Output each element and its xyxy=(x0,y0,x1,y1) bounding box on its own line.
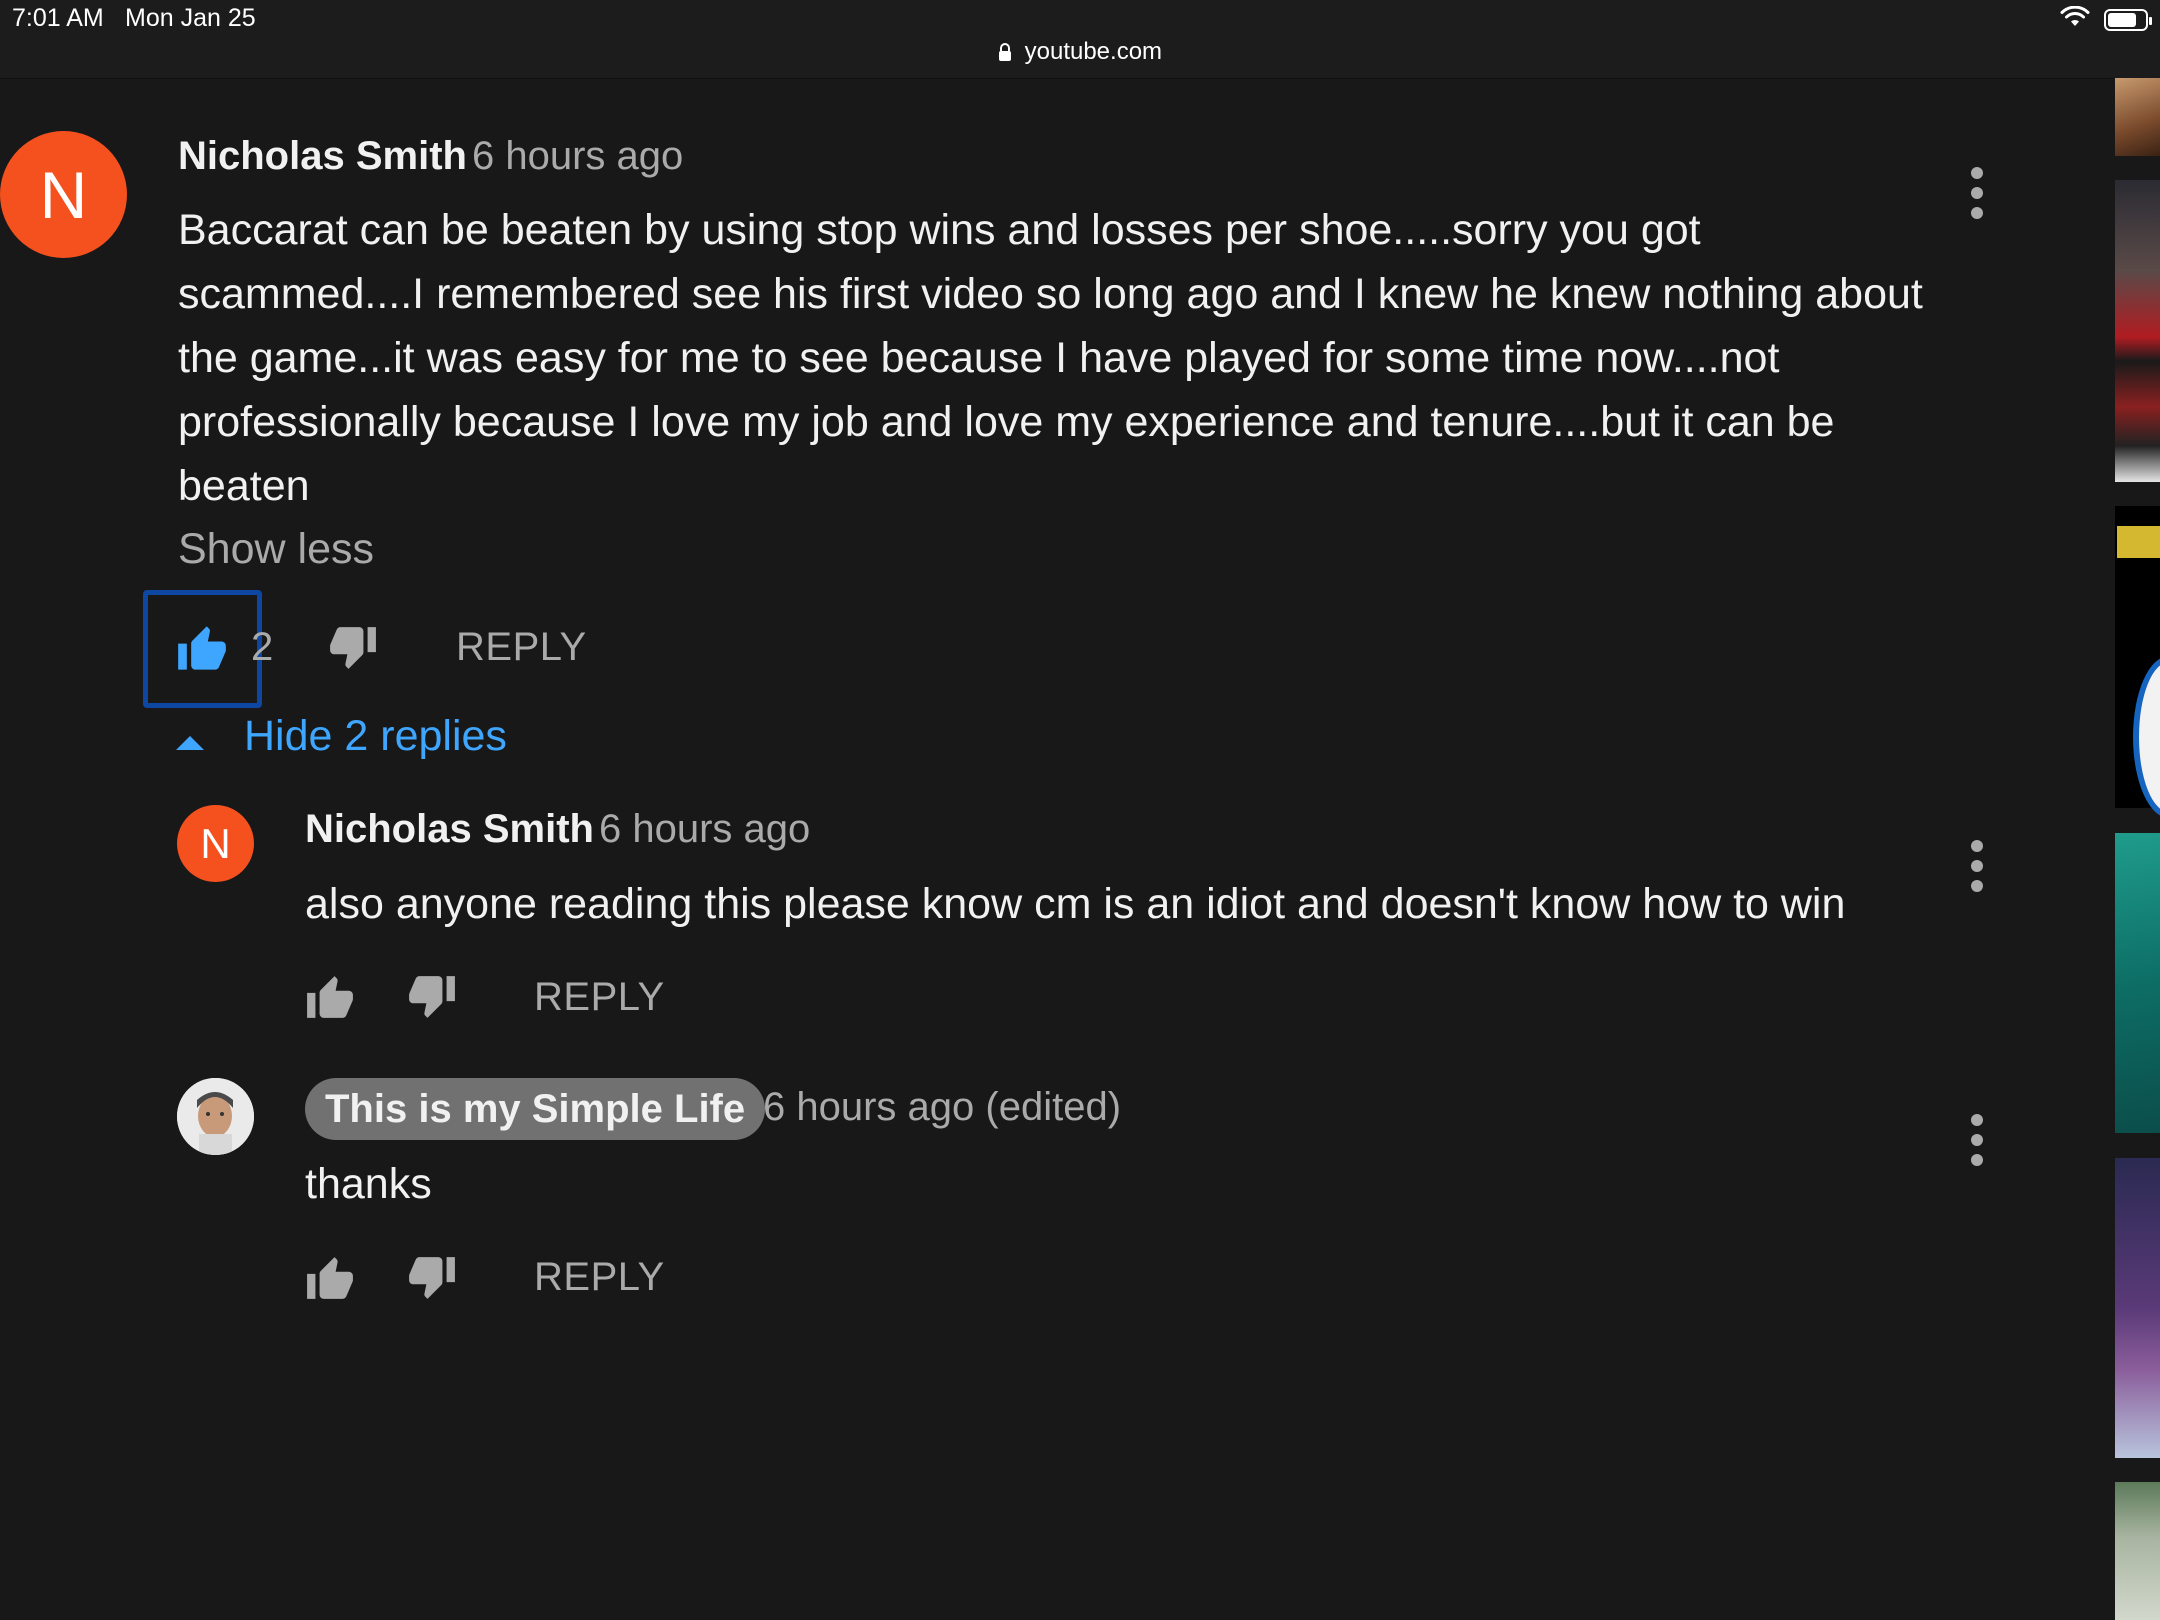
related-videos-strip xyxy=(2115,78,2160,1620)
status-date: Mon Jan 25 xyxy=(125,4,256,32)
reply-avatar[interactable] xyxy=(177,1078,254,1155)
hide-replies-button[interactable]: Hide 2 replies xyxy=(176,712,507,761)
like-button[interactable] xyxy=(300,969,360,1029)
dislike-button[interactable] xyxy=(402,1250,462,1310)
reply-button[interactable]: REPLY xyxy=(534,975,665,1020)
thumbs-down-icon xyxy=(407,974,457,1025)
thumbs-up-icon xyxy=(305,974,355,1025)
avatar-letter: N xyxy=(39,157,88,232)
video-thumbnail[interactable] xyxy=(2115,78,2160,156)
reply-button[interactable]: REPLY xyxy=(456,625,587,670)
status-icons xyxy=(2060,5,2152,33)
reply-time[interactable]: 6 hours ago xyxy=(599,807,810,852)
lock-icon xyxy=(998,38,1025,65)
wifi-icon xyxy=(2060,5,2090,33)
thumbs-down-icon xyxy=(407,1255,457,1306)
comment-menu-button[interactable] xyxy=(1947,160,2007,230)
avatar[interactable]: N xyxy=(0,131,127,258)
caret-up-icon xyxy=(176,712,204,761)
reply-avatar[interactable]: N xyxy=(177,805,254,882)
address-bar[interactable]: youtube.com xyxy=(0,38,2160,66)
thumbs-up-icon xyxy=(305,1255,355,1306)
video-thumbnail[interactable] xyxy=(2115,833,2160,1133)
reply-author[interactable]: Nicholas Smith xyxy=(305,807,594,852)
more-vertical-icon xyxy=(1970,839,1984,897)
status-time: 7:01 AM xyxy=(12,4,104,32)
video-thumbnail[interactable] xyxy=(2115,180,2160,482)
dislike-button[interactable] xyxy=(323,620,383,680)
profile-photo-icon xyxy=(177,1078,254,1155)
comment-time[interactable]: 6 hours ago xyxy=(472,134,683,179)
url-text: youtube.com xyxy=(1024,38,1163,65)
like-button[interactable] xyxy=(300,1250,360,1310)
comment-text: Baccarat can be beaten by using stop win… xyxy=(178,206,1923,510)
video-thumbnail[interactable] xyxy=(2115,506,2160,818)
comment-author[interactable]: Nicholas Smith xyxy=(178,134,467,179)
thumbnail-graphic xyxy=(2133,656,2160,818)
wrestlemania-logo xyxy=(2117,526,2160,558)
like-count: 2 xyxy=(251,625,274,669)
battery-icon xyxy=(2104,8,2152,31)
reply-text: thanks xyxy=(305,1160,432,1208)
video-thumbnail[interactable] xyxy=(2115,1158,2160,1458)
channel-owner-badge[interactable]: This is my Simple Life xyxy=(305,1078,766,1140)
video-thumbnail[interactable] xyxy=(2115,1482,2160,1620)
reply-button[interactable]: REPLY xyxy=(534,1255,665,1300)
thumbs-up-icon xyxy=(176,624,228,677)
avatar-letter: N xyxy=(200,819,231,867)
reply-text: also anyone reading this please know cm … xyxy=(305,880,1846,928)
like-button[interactable] xyxy=(172,620,232,680)
browser-top-bar: 7:01 AM Mon Jan 25 youtube.com xyxy=(0,0,2160,79)
reply-time[interactable]: 6 hours ago (edited) xyxy=(763,1085,1121,1130)
thumbs-down-icon xyxy=(328,625,378,676)
dislike-button[interactable] xyxy=(402,969,462,1029)
hide-replies-label: Hide 2 replies xyxy=(244,712,507,760)
more-vertical-icon xyxy=(1970,166,1984,224)
show-less-button[interactable]: Show less xyxy=(178,525,374,574)
more-vertical-icon xyxy=(1970,1113,1984,1171)
